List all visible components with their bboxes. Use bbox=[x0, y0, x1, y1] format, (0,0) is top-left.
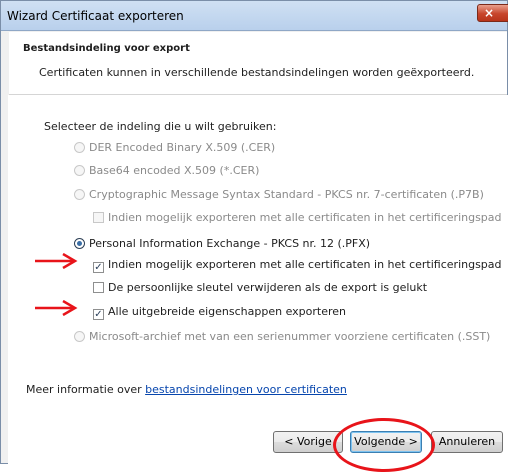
checkbox[interactable] bbox=[93, 282, 104, 293]
checkbox-pfx-export-props[interactable]: ✓ Alle uitgebreide eigenschappen exporter… bbox=[93, 305, 346, 320]
more-info-prefix: Meer informatie over bbox=[26, 383, 146, 396]
checkbox-label: Alle uitgebreide eigenschappen exportere… bbox=[108, 305, 346, 318]
radio-button[interactable] bbox=[74, 189, 85, 200]
page-title: Bestandsindeling voor export bbox=[23, 43, 190, 54]
radio-option-sst[interactable]: Microsoft-archief met van een serienumme… bbox=[74, 330, 490, 343]
radio-label: Microsoft-archief met van een serienumme… bbox=[89, 330, 491, 343]
format-prompt: Selecteer de indeling die u wilt gebruik… bbox=[44, 120, 277, 133]
radio-option-p7b[interactable]: Cryptographic Message Syntax Standard - … bbox=[74, 188, 484, 201]
red-arrow-icon bbox=[35, 253, 78, 269]
close-button[interactable]: × bbox=[477, 4, 508, 22]
checkbox-label: De persoonlijke sleutel verwijderen als … bbox=[108, 281, 428, 294]
page-description: Certificaten kunnen in verschillende bes… bbox=[39, 66, 475, 79]
radio-option-base64[interactable]: Base64 encoded X.509 (*.CER) bbox=[74, 164, 259, 177]
checkbox-p7b-include-all[interactable]: Indien mogelijk exporteren met alle cert… bbox=[93, 211, 502, 224]
checkbox-label: Indien mogelijk exporteren met alle cert… bbox=[108, 258, 502, 271]
radio-label: DER Encoded Binary X.509 (.CER) bbox=[89, 141, 276, 154]
radio-option-pfx[interactable]: Personal Information Exchange - PKCS nr.… bbox=[74, 237, 370, 250]
title-bar: Wizard Certificaat exporteren × bbox=[1, 1, 508, 31]
more-info-link[interactable]: bestandsindelingen voor certificaten bbox=[145, 383, 347, 396]
radio-button[interactable] bbox=[74, 142, 85, 153]
checkbox[interactable] bbox=[93, 212, 104, 223]
radio-label: Cryptographic Message Syntax Standard - … bbox=[89, 188, 484, 201]
checkbox-pfx-delete-key[interactable]: De persoonlijke sleutel verwijderen als … bbox=[93, 281, 427, 294]
radio-option-der[interactable]: DER Encoded Binary X.509 (.CER) bbox=[74, 141, 275, 154]
radio-button-selected[interactable] bbox=[74, 238, 85, 249]
close-icon: × bbox=[484, 6, 495, 20]
red-arrow-icon bbox=[35, 300, 78, 316]
cancel-button[interactable]: Annuleren bbox=[431, 431, 503, 453]
checkbox-checked[interactable]: ✓ bbox=[93, 262, 104, 273]
checkbox-label: Indien mogelijk exporteren met alle cert… bbox=[108, 211, 502, 224]
checkbox-checked[interactable]: ✓ bbox=[93, 309, 104, 320]
radio-button[interactable] bbox=[74, 165, 85, 176]
more-info: Meer informatie over bestandsindelingen … bbox=[26, 383, 347, 396]
wizard-header: Bestandsindeling voor export Certificate… bbox=[9, 32, 507, 95]
radio-button[interactable] bbox=[74, 331, 85, 342]
radio-label: Base64 encoded X.509 (*.CER) bbox=[89, 164, 260, 177]
window-title: Wizard Certificaat exporteren bbox=[7, 9, 184, 23]
checkbox-pfx-include-all[interactable]: ✓ Indien mogelijk exporteren met alle cer… bbox=[93, 258, 502, 273]
radio-label: Personal Information Exchange - PKCS nr.… bbox=[89, 237, 371, 250]
